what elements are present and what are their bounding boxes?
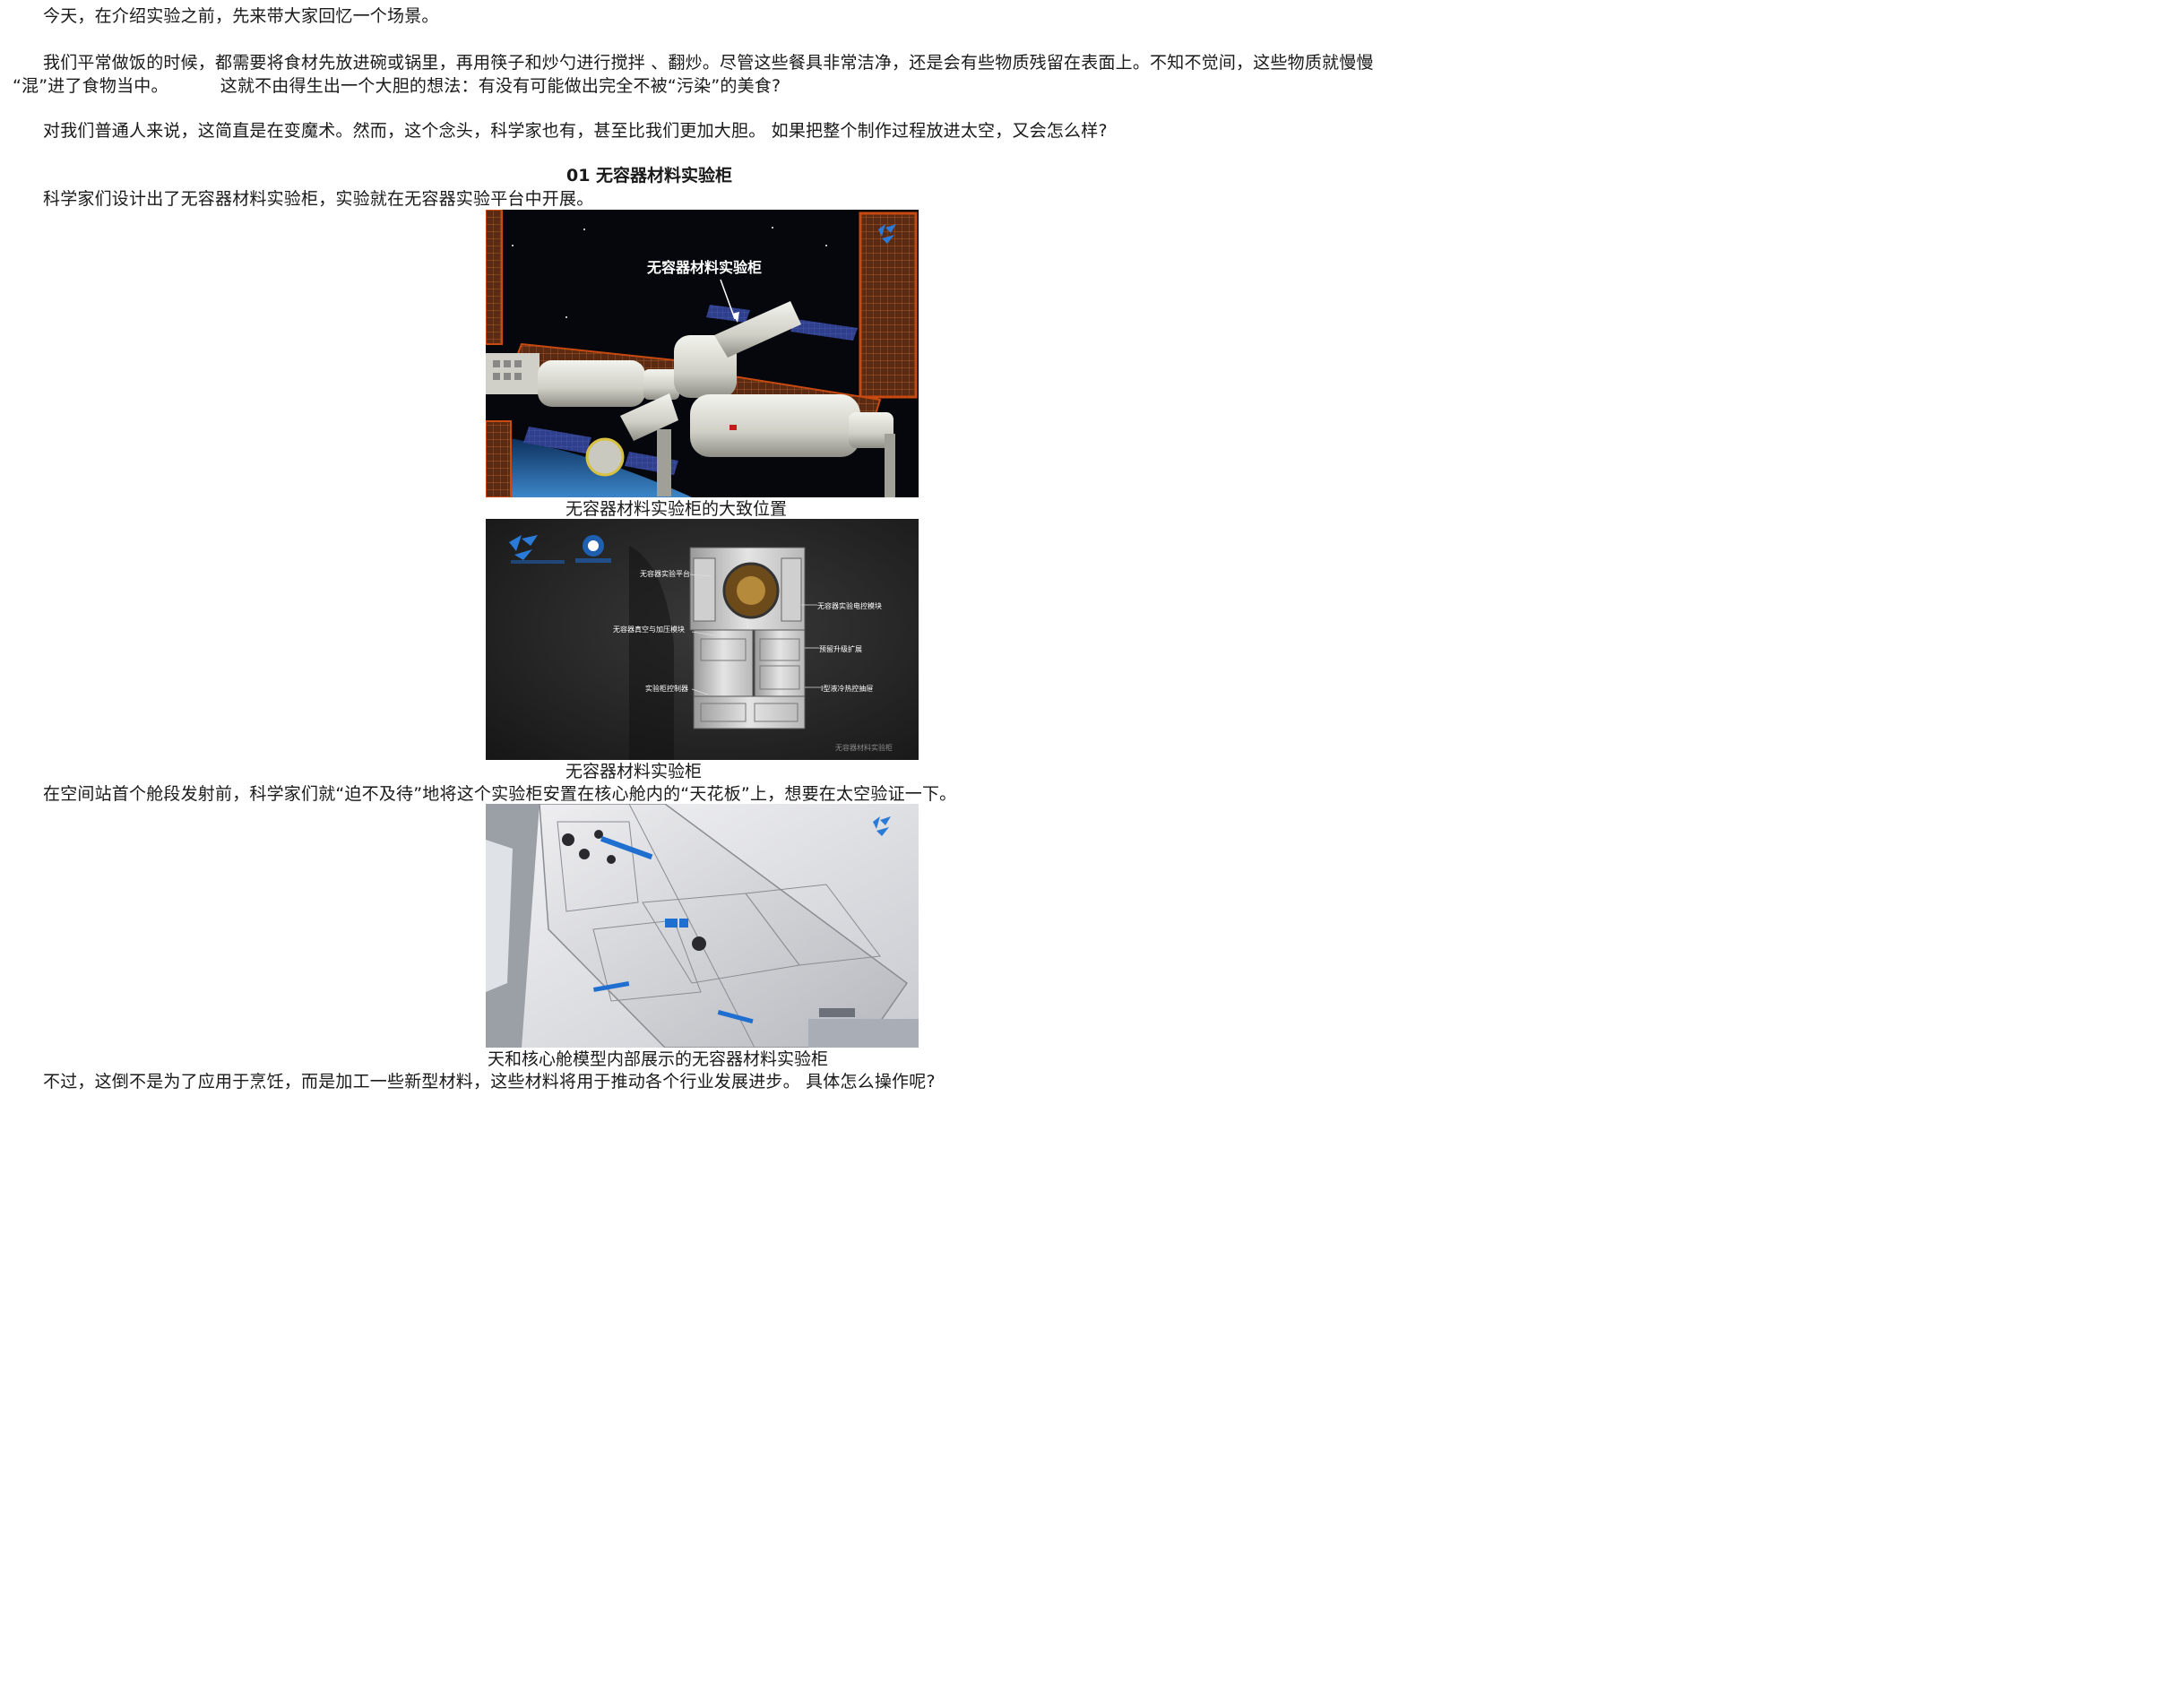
space-station-image: 无容器材料实验柜: [486, 210, 919, 497]
fig2-label-controller: 实验柜控制器: [645, 684, 688, 693]
fig1-label: 无容器材料实验柜: [646, 259, 762, 276]
fig2-label-cooling: I型液冷热控抽屉: [821, 684, 873, 693]
paragraph-design: 科学家们设计出了无容器材料实验柜，实验就在无容器实验平台中开展。: [43, 189, 594, 209]
paragraph-materials: 不过，这倒不是为了应用于烹饪，而是加工一些新型材料，这些材料将用于推动各个行业发…: [43, 1072, 936, 1092]
paragraph-cooking-line1: 我们平常做饭的时候，都需要将食材先放进碗或锅里，再用筷子和炒勺进行搅拌 、翻炒。…: [43, 53, 1374, 73]
paragraph-cooking-line2: “混”进了食物当中。 这就不由得生出一个大胆的想法：有没有可能做出完全不被“污染”…: [13, 75, 781, 97]
paragraph-ceiling: 在空间站首个舱段发射前，科学家们就“迫不及待”地将这个实验柜安置在核心舱内的“天…: [43, 784, 957, 804]
fig2-label-platform: 无容器实验平台: [640, 569, 690, 578]
fig2-watermark: 无容器材料实验柜: [835, 743, 893, 752]
core-module-interior-image: [486, 804, 919, 1048]
fig2-label-electric: 无容器实验电控模块: [817, 601, 882, 610]
fig2-label-reserve: 预留升级扩展: [819, 644, 862, 653]
paragraph-cooking-line2-end: 这就不由得生出一个大胆的想法：有没有可能做出完全不被“污染”的美食?: [220, 76, 781, 96]
section-heading: 01 无容器材料实验柜: [566, 166, 733, 186]
paragraph-intro: 今天，在介绍实验之前，先来带大家回忆一个场景。: [43, 6, 439, 26]
fig2-caption: 无容器材料实验柜: [565, 762, 703, 781]
paragraph-magic: 对我们普通人来说，这简直是在变魔术。然而，这个念头，科学家也有，甚至比我们更加大…: [43, 121, 1108, 141]
fig3-caption: 天和核心舱模型内部展示的无容器材料实验柜: [488, 1049, 829, 1069]
paragraph-cooking-line2-start: “混”进了食物当中。: [13, 76, 168, 96]
experiment-rack-image: 无容器实验平台 无容器实验电控模块 无容器真空与加压模块 预留升级扩展 实验柜控…: [486, 519, 919, 760]
fig2-label-vacuum: 无容器真空与加压模块: [613, 625, 685, 634]
fig1-caption: 无容器材料实验柜的大致位置: [565, 499, 788, 519]
